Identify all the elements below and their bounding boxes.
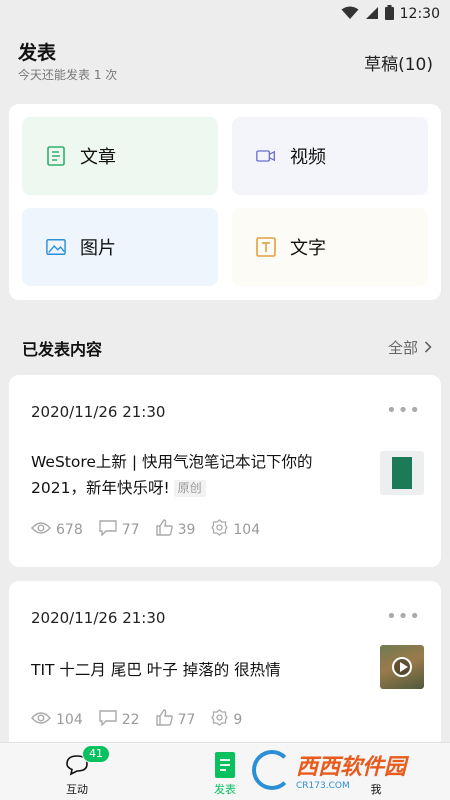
post-date: 2020/11/26 21:30 [31, 609, 166, 627]
battery-icon [384, 4, 394, 24]
views-count: 678 [56, 521, 83, 538]
comments-stat: 77 [99, 519, 140, 540]
views-count: 104 [56, 711, 83, 728]
post-card[interactable]: 2020/11/26 21:30 ••• WeStore上新 | 快用气泡笔记本… [9, 375, 441, 567]
drafts-button[interactable]: 草稿(10) [364, 50, 433, 75]
page-title: 发表 [18, 42, 57, 64]
compose-card: 文章 视频 图片 文字 [9, 104, 441, 300]
share-gear-icon [211, 519, 229, 540]
chat-bubble-icon: 41 [64, 745, 110, 778]
compose-video-button[interactable]: 视频 [232, 117, 428, 195]
signal-icon [365, 5, 379, 24]
eye-icon [31, 711, 51, 729]
watermark-text: 西西软件园 [296, 755, 407, 780]
comment-icon [99, 709, 117, 730]
shares-count: 104 [233, 521, 261, 538]
comments-stat: 22 [99, 709, 140, 730]
compose-article-button[interactable]: 文章 [22, 117, 218, 195]
compose-image-label: 图片 [80, 238, 116, 259]
site-watermark: 西西软件园 CR173.COM [252, 748, 438, 792]
compose-text-button[interactable]: 文字 [232, 208, 428, 286]
compose-image-button[interactable]: 图片 [22, 208, 218, 286]
post-thumbnail [380, 451, 424, 495]
likes-stat: 77 [155, 709, 196, 730]
post-stats: 678 77 39 104 [31, 519, 260, 540]
text-icon [256, 237, 276, 257]
status-time: 12:30 [399, 6, 440, 22]
post-stats: 104 22 77 9 [31, 709, 242, 730]
view-all-button[interactable]: 全部 [388, 337, 432, 358]
video-thumbnail [380, 645, 424, 689]
image-icon [46, 237, 66, 257]
published-section-title: 已发表内容 [22, 340, 103, 359]
publish-quota-text: 今天还能发表 1 次 [18, 68, 118, 82]
tab-interact[interactable]: 41 互动 [27, 743, 127, 800]
thumbs-up-icon [155, 519, 173, 540]
video-icon [256, 146, 276, 166]
thumbs-up-icon [155, 709, 173, 730]
view-all-label: 全部 [387, 339, 418, 357]
notebook-image [392, 457, 412, 489]
tab-publish-label: 发表 [214, 783, 236, 796]
post-card[interactable]: 2020/11/26 21:30 ••• TIT 十二月 尾巴 叶子 掉落的 很… [9, 581, 441, 751]
likes-count: 39 [177, 521, 196, 538]
article-icon [46, 146, 66, 166]
compose-video-label: 视频 [290, 147, 326, 168]
status-bar: 12:30 [0, 0, 450, 28]
views-stat: 678 [31, 519, 83, 540]
play-icon [392, 657, 412, 677]
unread-badge: 41 [82, 745, 110, 763]
comments-count: 77 [121, 521, 140, 538]
chevron-right-icon [424, 339, 432, 357]
likes-count: 77 [177, 711, 196, 728]
watermark-subtext: CR173.COM [296, 781, 350, 791]
page-header: 发表 今天还能发表 1 次 草稿(10) [0, 28, 450, 98]
published-section-header: 已发表内容 全部 [0, 326, 450, 366]
shares-stat: 104 [211, 519, 260, 540]
post-title: TIT 十二月 尾巴 叶子 掉落的 很热情 [31, 661, 281, 679]
comments-count: 22 [121, 711, 140, 728]
wifi-icon [341, 5, 359, 24]
publish-doc-icon [212, 752, 238, 778]
eye-icon [31, 521, 51, 539]
compose-text-label: 文字 [290, 238, 326, 259]
more-options-icon[interactable]: ••• [386, 606, 421, 627]
more-options-icon[interactable]: ••• [386, 400, 421, 421]
shares-count: 9 [233, 711, 243, 728]
tab-interact-label: 互动 [66, 783, 88, 796]
post-title: WeStore上新 | 快用气泡笔记本记下你的 2021，新年快乐呀! 原创 [31, 449, 361, 501]
share-gear-icon [211, 709, 229, 730]
original-badge: 原创 [173, 480, 206, 497]
shares-stat: 9 [211, 709, 242, 730]
views-stat: 104 [31, 709, 83, 730]
watermark-text-group: 西西软件园 CR173.COM [296, 749, 406, 791]
watermark-logo [252, 750, 292, 790]
post-date: 2020/11/26 21:30 [31, 403, 166, 421]
likes-stat: 39 [155, 519, 196, 540]
compose-article-label: 文章 [80, 147, 116, 168]
post-title-text: WeStore上新 | 快用气泡笔记本记下你的 2021，新年快乐呀! [31, 453, 313, 497]
comment-icon [99, 519, 117, 540]
